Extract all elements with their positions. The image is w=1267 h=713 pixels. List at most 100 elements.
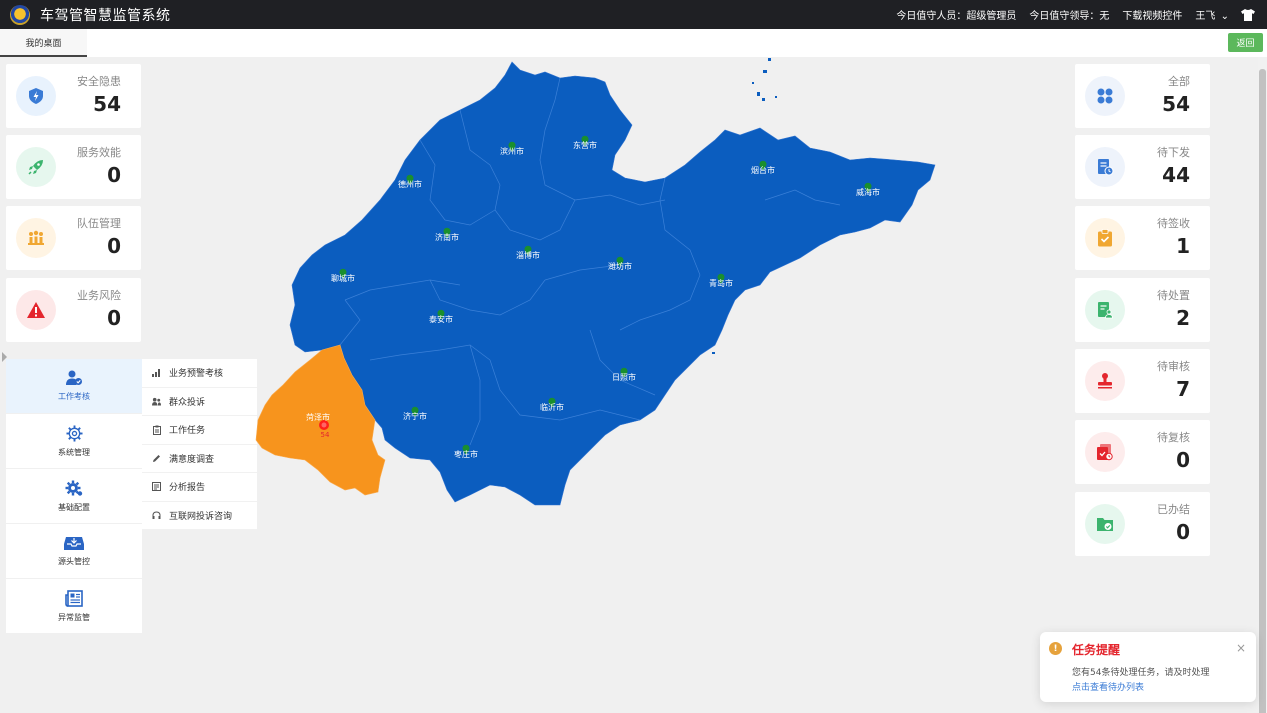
warning-icon-circle	[16, 290, 56, 330]
shield-icon	[29, 88, 43, 104]
stat-value: 1	[1176, 234, 1190, 258]
stat-card-business-risk[interactable]: 业务风险 0	[6, 278, 141, 342]
warning-icon	[27, 302, 45, 318]
nav-label: 系统管理	[58, 447, 90, 457]
stat-card-pending-issue[interactable]: 待下发 44	[1075, 135, 1210, 199]
nav-item-anomaly-supervision[interactable]: 异常监管	[6, 579, 142, 634]
newspaper-icon	[65, 589, 83, 607]
top-right-area: 今日值守人员：超级管理员 今日值守领导：无 下载视频控件 王飞 ⌄	[883, 0, 1255, 29]
tab-my-desktop[interactable]: 我的桌面	[0, 29, 87, 57]
notification-link[interactable]: 点击查看待办列表	[1072, 680, 1144, 693]
clipboard-icon	[152, 425, 161, 435]
stat-value: 7	[1176, 377, 1190, 401]
stat-value: 44	[1162, 163, 1190, 187]
city-label: 临沂市	[540, 402, 564, 412]
stat-value: 0	[1176, 448, 1190, 472]
rocket-icon-circle	[16, 147, 56, 187]
stat-value: 0	[107, 306, 121, 330]
bar-chart-icon	[152, 368, 161, 378]
submenu-item-public-complaints[interactable]: 群众投诉	[142, 388, 257, 416]
stat-label: 全部	[1168, 75, 1190, 88]
document-user-icon	[1098, 302, 1113, 319]
stat-card-pending-review[interactable]: 待审核 7	[1075, 349, 1210, 413]
side-nav: 工作考核 系统管理 基础配置 源头管控 异常监管	[6, 359, 142, 634]
tab-row: 我的桌面 返回	[0, 29, 1267, 57]
stat-value: 0	[1176, 520, 1190, 544]
submenu-label: 互联网投诉咨询	[169, 511, 233, 522]
stat-card-pending-sign[interactable]: 待签收 1	[1075, 206, 1210, 270]
rocket-icon	[28, 160, 43, 175]
user-check-icon	[66, 370, 82, 385]
duty-person: 今日值守人员：超级管理员	[896, 11, 1017, 22]
app-title: 车驾管智慧监管系统	[40, 7, 171, 24]
nav-item-work-assessment[interactable]: 工作考核	[6, 359, 142, 414]
stat-label: 业务风险	[77, 289, 121, 302]
shandong-province-map[interactable]: 滨州市 东营市德州市 烟台市威海市济南市淄博市潍坊市青岛市 聊城市泰安市日照市济宁市 临…	[250, 55, 950, 515]
chevron-down-icon: ⌄	[1220, 11, 1229, 22]
submenu-item-satisfaction-survey[interactable]: 满意度调查	[142, 445, 257, 473]
task-reminder-notification: ! 任务提醒 × 您有54条待处理任务，请及时处理 点击查看待办列表	[1040, 632, 1256, 702]
nav-item-source-control[interactable]: 源头管控	[6, 524, 142, 579]
nav-label: 工作考核	[58, 392, 90, 401]
report-icon	[152, 482, 161, 492]
stat-card-completed[interactable]: 已办结 0	[1075, 492, 1210, 556]
top-bar: 车驾管智慧监管系统 今日值守人员：超级管理员 今日值守领导：无 下载视频控件 王…	[0, 0, 1267, 29]
stat-label: 已办结	[1157, 503, 1190, 516]
clipboard-check-icon-circle	[1085, 218, 1125, 258]
city-label: 烟台市	[751, 165, 775, 175]
warning-icon: !	[1049, 642, 1062, 655]
stat-value: 2	[1176, 306, 1190, 330]
stat-label: 待下发	[1157, 146, 1190, 159]
submenu-label: 满意度调查	[169, 454, 215, 465]
city-label: 枣庄市	[454, 449, 478, 459]
heze-count-label: 54	[321, 431, 330, 439]
stat-value: 0	[107, 163, 121, 187]
download-video-plugin-link[interactable]: 下载视频控件	[1122, 7, 1182, 22]
team-icon	[28, 230, 44, 245]
stat-card-all[interactable]: 全部 54	[1075, 64, 1210, 128]
tshirt-icon[interactable]	[1241, 8, 1255, 21]
notification-title: 任务提醒	[1072, 643, 1121, 657]
city-label: 德州市	[398, 179, 422, 189]
page-scrollbar[interactable]	[1258, 57, 1267, 713]
close-icon[interactable]: ×	[1236, 641, 1246, 655]
folder-check-icon	[1097, 518, 1113, 531]
city-label: 威海市	[856, 187, 880, 197]
stat-label: 待处置	[1157, 289, 1190, 302]
stat-label: 服务效能	[77, 146, 121, 159]
stat-card-service-efficiency[interactable]: 服务效能 0	[6, 135, 141, 199]
notification-message: 您有54条待处理任务，请及时处理	[1072, 668, 1210, 678]
city-label: 泰安市	[429, 314, 453, 324]
stat-card-pending-handle[interactable]: 待处置 2	[1075, 278, 1210, 342]
scrollbar-thumb[interactable]	[1259, 69, 1266, 713]
nav-item-basic-config[interactable]: 基础配置	[6, 469, 142, 524]
gear-icon	[65, 424, 83, 442]
submenu-item-internet-complaints[interactable]: 互联网投诉咨询	[142, 502, 257, 530]
user-menu[interactable]: 王飞 ⌄	[1195, 7, 1229, 22]
nav-item-system-management[interactable]: 系统管理	[6, 414, 142, 469]
stat-card-team-management[interactable]: 队伍管理 0	[6, 206, 141, 270]
inbox-icon	[64, 537, 84, 550]
stat-label: 待审核	[1157, 360, 1190, 373]
submenu-item-business-warning[interactable]: 业务预警考核	[142, 359, 257, 388]
city-label: 聊城市	[331, 273, 355, 283]
folder-check-icon-circle	[1085, 504, 1125, 544]
submenu-item-analysis-report[interactable]: 分析报告	[142, 473, 257, 502]
document-review-icon-circle	[1085, 432, 1125, 472]
submenu-item-work-tasks[interactable]: 工作任务	[142, 416, 257, 445]
nav-label: 基础配置	[58, 503, 90, 512]
stat-value: 54	[93, 92, 121, 116]
submenu-label: 群众投诉	[169, 397, 206, 408]
stat-card-pending-recheck[interactable]: 待复核 0	[1075, 420, 1210, 484]
document-clock-icon	[1098, 159, 1114, 176]
stat-card-safety-hazard[interactable]: 安全隐患 54	[6, 64, 141, 128]
back-button[interactable]: 返回	[1228, 33, 1263, 52]
province-region[interactable]	[289, 61, 936, 506]
users-icon	[152, 397, 161, 406]
stat-label: 待签收	[1157, 217, 1190, 230]
police-badge-logo	[10, 4, 30, 25]
submenu-label: 分析报告	[169, 483, 206, 494]
city-label: 滨州市	[500, 146, 524, 156]
stamp-icon-circle	[1085, 361, 1125, 401]
pencil-icon	[152, 454, 161, 463]
